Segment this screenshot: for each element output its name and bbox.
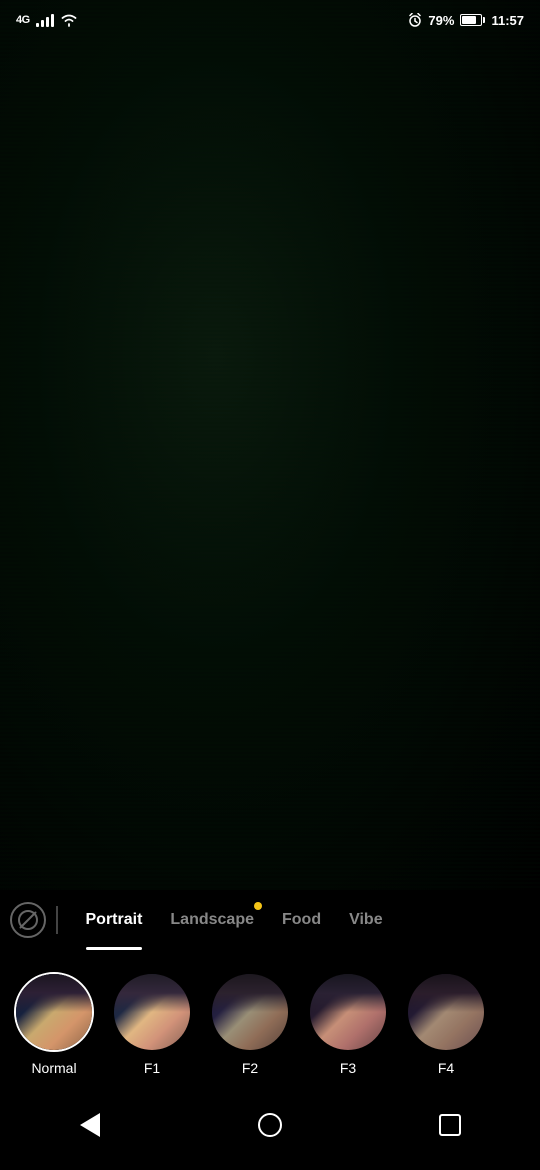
filter-tabs: Portrait Landscape Food Vibe: [0, 890, 540, 950]
camera-viewfinder[interactable]: [0, 0, 540, 890]
landscape-dot: [254, 902, 262, 910]
tab-food-label: Food: [282, 911, 321, 929]
time-display: 11:57: [491, 13, 524, 28]
alarm-icon: [408, 13, 422, 27]
filter-f4-thumb: [406, 972, 486, 1052]
network-label: 4G: [16, 14, 30, 26]
nav-bar: [0, 1090, 540, 1170]
tab-landscape[interactable]: Landscape: [156, 890, 268, 950]
signal-icon: [36, 13, 54, 27]
tab-portrait-label: Portrait: [86, 911, 143, 929]
filter-f2-label: F2: [242, 1060, 258, 1076]
tab-divider: [56, 906, 58, 934]
back-icon: [80, 1113, 100, 1137]
tab-food[interactable]: Food: [268, 890, 335, 950]
nav-recent-button[interactable]: [425, 1100, 475, 1150]
filter-normal[interactable]: Normal: [14, 972, 94, 1076]
tab-vibe[interactable]: Vibe: [335, 890, 397, 950]
battery-percent: 79%: [428, 13, 454, 28]
no-filter-button[interactable]: [10, 902, 46, 938]
nav-home-button[interactable]: [245, 1100, 295, 1150]
status-right: 79% 11:57: [408, 13, 524, 28]
battery-icon: [460, 14, 485, 26]
tab-portrait[interactable]: Portrait: [72, 890, 157, 950]
nav-back-button[interactable]: [65, 1100, 115, 1150]
filter-normal-thumb: [14, 972, 94, 1052]
wifi-icon: [60, 13, 78, 27]
filter-f1-thumb: [112, 972, 192, 1052]
filter-thumbnails: Normal F1 F2 F3 F4: [0, 950, 540, 1090]
filter-f1-label: F1: [144, 1060, 160, 1076]
filter-f4[interactable]: F4: [406, 972, 486, 1076]
tab-landscape-label: Landscape: [170, 911, 254, 929]
tab-vibe-label: Vibe: [349, 911, 383, 929]
filter-f2[interactable]: F2: [210, 972, 290, 1076]
filter-f3[interactable]: F3: [308, 972, 388, 1076]
filter-normal-label: Normal: [31, 1060, 76, 1076]
filter-f3-label: F3: [340, 1060, 356, 1076]
filter-f4-label: F4: [438, 1060, 454, 1076]
filter-f2-thumb: [210, 972, 290, 1052]
filter-f3-thumb: [308, 972, 388, 1052]
filter-f1[interactable]: F1: [112, 972, 192, 1076]
status-bar: 4G 79% 11:57: [0, 0, 540, 40]
no-filter-icon: [17, 909, 39, 931]
status-left: 4G: [16, 13, 78, 27]
recent-icon: [439, 1114, 461, 1136]
home-icon: [258, 1113, 282, 1137]
bottom-panel: Portrait Landscape Food Vibe Normal: [0, 890, 540, 1170]
